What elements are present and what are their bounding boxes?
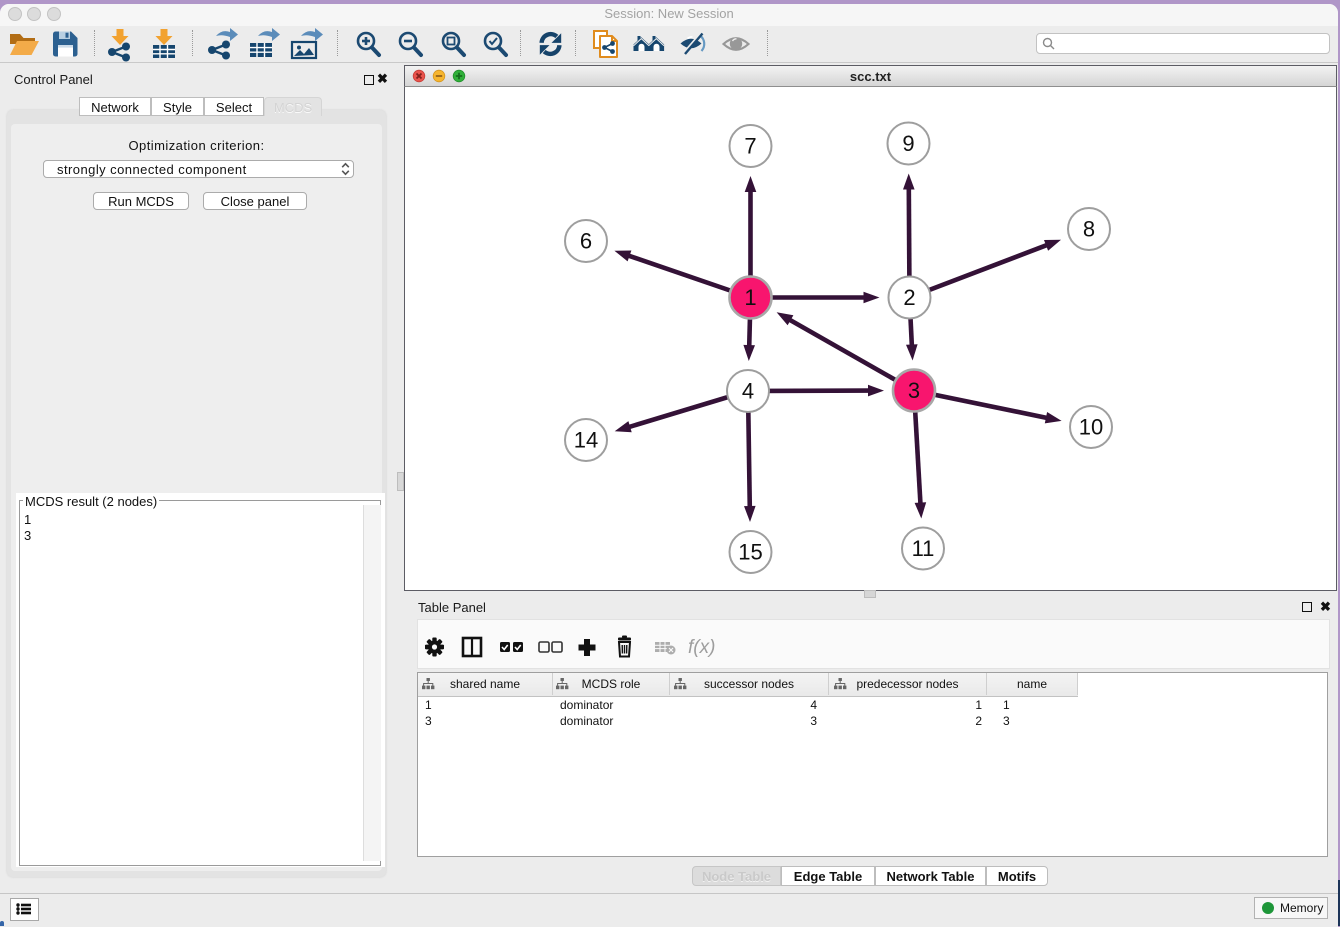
svg-text:7: 7 <box>744 134 756 159</box>
svg-text:1: 1 <box>744 285 756 310</box>
svg-text:11: 11 <box>912 536 935 561</box>
svg-text:15: 15 <box>738 540 762 565</box>
svg-text:10: 10 <box>1079 415 1103 440</box>
svg-text:f(x): f(x) <box>688 637 715 658</box>
svg-text:14: 14 <box>574 428 598 453</box>
svg-text:8: 8 <box>1083 217 1095 242</box>
svg-text:2: 2 <box>903 285 915 310</box>
svg-text:4: 4 <box>742 379 754 404</box>
svg-text:6: 6 <box>580 229 592 254</box>
svg-text:3: 3 <box>908 378 920 403</box>
svg-text:9: 9 <box>902 131 914 156</box>
